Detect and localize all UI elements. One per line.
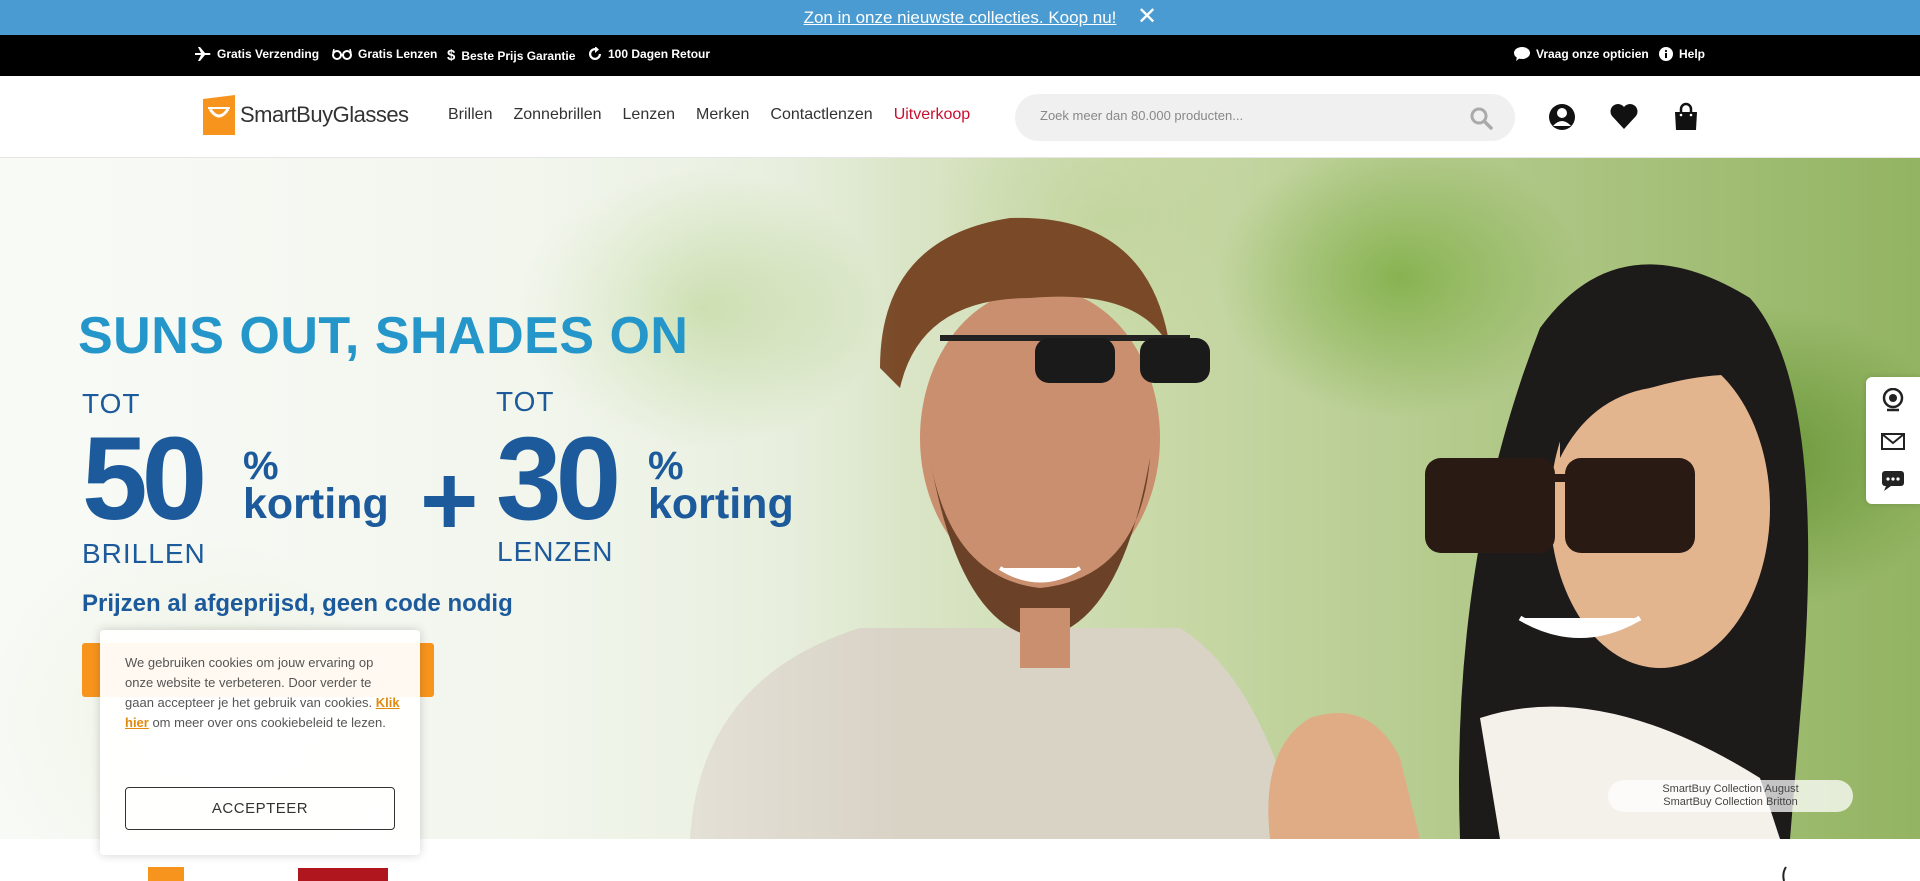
logo[interactable]: SmartBuyGlasses <box>203 95 409 135</box>
plus-sign: + <box>420 445 479 557</box>
main-nav: Brillen Zonnebrillen Lenzen Merken Conta… <box>448 106 991 124</box>
site-header: SmartBuyGlasses Brillen Zonnebrillen Len… <box>0 76 1920 158</box>
product-caption[interactable]: SmartBuy Collection August SmartBuy Coll… <box>1608 780 1853 812</box>
usp-label: Gratis Lenzen <box>358 47 438 61</box>
nav-item-uitverkoop[interactable]: Uitverkoop <box>894 106 970 124</box>
info-icon <box>1659 47 1673 61</box>
cookie-text-intro: We gebruiken cookies om jouw ervaring op… <box>125 655 376 710</box>
discount-number-right: 30 <box>496 413 621 545</box>
nav-item-lenzen[interactable]: Lenzen <box>623 106 676 124</box>
caption-line-1: SmartBuy Collection August <box>1662 783 1799 795</box>
search-bar <box>1015 94 1515 141</box>
cookie-text-outro: om meer over ons cookiebeleid te lezen. <box>148 715 386 730</box>
account-icon[interactable] <box>1547 102 1577 132</box>
nav-item-contactlenzen[interactable]: Contactlenzen <box>770 106 872 124</box>
dollar-icon: $ <box>447 47 456 64</box>
promo-link[interactable]: Zon in onze nieuwste collecties. Koop nu… <box>0 8 1920 28</box>
nav-item-brillen[interactable]: Brillen <box>448 106 492 124</box>
ask-optician-link[interactable]: Vraag onze opticien <box>1514 47 1649 61</box>
lenzen-label: LENZEN <box>497 536 614 567</box>
chat-icon <box>1514 47 1530 61</box>
hero-tagline: Prijzen al afgeprijsd, geen code nodig <box>82 590 513 617</box>
hero-title: SUNS OUT, SHADES ON <box>78 307 689 365</box>
airplane-icon <box>195 47 211 61</box>
cookie-banner: We gebruiken cookies om jouw ervaring op… <box>100 630 420 855</box>
logo-mark-icon <box>203 95 235 135</box>
usp-item-return: 100 Dagen Retour <box>588 47 710 61</box>
help-label: Help <box>1679 47 1706 61</box>
brand-logo-partial[interactable] <box>148 867 184 881</box>
glasses-icon <box>332 48 352 60</box>
help-link[interactable]: Help <box>1659 47 1705 61</box>
usp-bar: Gratis Verzending Gratis Lenzen $ Beste … <box>0 35 1920 76</box>
korting-label-left: korting <box>243 480 389 528</box>
mail-icon[interactable] <box>1881 429 1905 453</box>
search-input[interactable] <box>1040 108 1440 123</box>
brillen-label: BRILLEN <box>82 538 206 569</box>
brand-logo-partial[interactable] <box>1780 866 1790 881</box>
nav-item-merken[interactable]: Merken <box>696 106 749 124</box>
bag-icon[interactable] <box>1671 102 1701 132</box>
usp-label: 100 Dagen Retour <box>608 47 711 61</box>
cookie-text: We gebruiken cookies om jouw ervaring op… <box>125 653 400 733</box>
side-widget <box>1866 377 1920 504</box>
caption-line-2: SmartBuy Collection Britton <box>1663 796 1798 808</box>
brand-logo-partial[interactable] <box>298 868 388 881</box>
ask-optician-label: Vraag onze opticien <box>1536 47 1649 61</box>
nav-item-zonnebrillen[interactable]: Zonnebrillen <box>513 106 601 124</box>
return-icon <box>589 47 601 60</box>
usp-item-free-shipping: Gratis Verzending <box>195 47 319 61</box>
usp-item-best-price: $ Beste Prijs Garantie <box>447 47 575 64</box>
chat-bubble-icon[interactable] <box>1881 469 1905 493</box>
logo-text: SmartBuyGlasses <box>240 102 409 127</box>
discount-number-left: 50 <box>82 413 207 545</box>
usp-label: Beste Prijs Garantie <box>461 48 576 63</box>
promo-bar: Zon in onze nieuwste collecties. Koop nu… <box>0 0 1920 35</box>
heart-icon[interactable] <box>1609 102 1639 132</box>
close-icon[interactable]: ✕ <box>1136 4 1158 30</box>
korting-label-right: korting <box>648 480 794 528</box>
webcam-icon[interactable] <box>1881 388 1905 412</box>
usp-label: Gratis Verzending <box>217 47 320 61</box>
usp-item-free-lenses: Gratis Lenzen <box>332 47 437 61</box>
search-icon[interactable] <box>1469 106 1493 130</box>
accept-cookies-button[interactable]: ACCEPTEER <box>125 787 395 830</box>
